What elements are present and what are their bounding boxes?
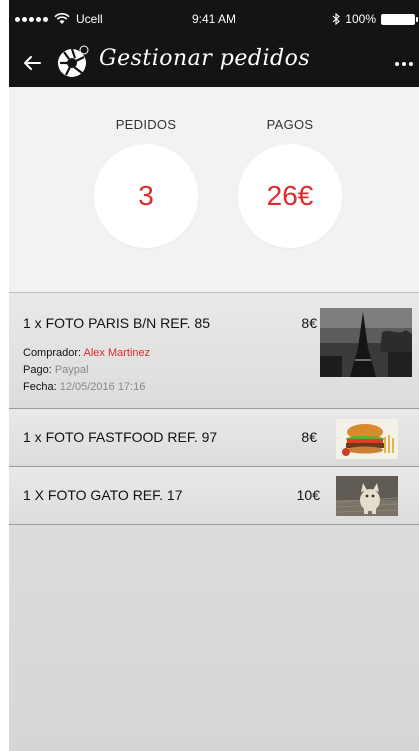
- order-row[interactable]: 1 x FOTO FASTFOOD REF. 97 8€: [9, 409, 419, 467]
- phone-screen: Ucell 9:41 AM 100% Gestionar pedidos PED…: [9, 0, 419, 751]
- pagos-circle: 26€: [238, 144, 342, 248]
- more-options-icon[interactable]: [393, 54, 415, 74]
- payment-label: Pago:: [23, 364, 52, 376]
- order-title: 1 x FOTO PARIS B/N REF. 85: [23, 315, 210, 331]
- cat-photo-thumbnail: [336, 476, 398, 516]
- pedidos-count: 3: [138, 180, 154, 211]
- battery-icon: [381, 13, 418, 25]
- camera-shutter-logo-icon: [58, 45, 89, 77]
- order-price: 8€: [301, 429, 317, 445]
- page-title: Gestionar pedidos: [99, 46, 311, 71]
- order-date: Fecha: 12/05/2016 17:16: [23, 381, 145, 393]
- pedidos-circle: 3: [94, 144, 198, 248]
- bluetooth-icon: [332, 13, 341, 25]
- payment-method: Paypal: [54, 364, 89, 376]
- order-payment: Pago: Paypal: [23, 364, 88, 376]
- order-buyer: Comprador: Alex Martinez: [23, 347, 150, 359]
- orders-list: 1 x FOTO PARIS B/N REF. 85 8€ Comprador:…: [9, 292, 419, 751]
- pedidos-label: PEDIDOS: [115, 117, 177, 132]
- order-price: 10€: [296, 487, 320, 503]
- pagos-stat: PAGOS 26€: [238, 117, 342, 248]
- status-right: 100%: [332, 12, 418, 26]
- pedidos-stat: PEDIDOS 3: [94, 117, 198, 248]
- date-value: 12/05/2016 17:16: [59, 381, 146, 393]
- status-bar: Ucell 9:41 AM 100%: [9, 0, 419, 40]
- paris-photo-thumbnail: [320, 308, 412, 377]
- date-label: Fecha:: [23, 381, 57, 393]
- order-price: 8€: [301, 315, 317, 331]
- buyer-name: Alex Martinez: [83, 347, 151, 359]
- pagos-total: 26€: [266, 180, 314, 211]
- top-bar: Ucell 9:41 AM 100% Gestionar pedidos: [9, 0, 419, 87]
- pagos-label: PAGOS: [266, 117, 314, 132]
- back-arrow-icon[interactable]: [21, 52, 43, 74]
- order-title: 1 X FOTO GATO REF. 17: [23, 487, 183, 503]
- burger-photo-thumbnail: [336, 419, 398, 459]
- buyer-label: Comprador:: [23, 347, 82, 359]
- order-row[interactable]: 1 X FOTO GATO REF. 17 10€: [9, 467, 419, 525]
- order-row[interactable]: 1 x FOTO PARIS B/N REF. 85 8€ Comprador:…: [9, 292, 419, 409]
- summary-section: PEDIDOS 3 PAGOS 26€: [9, 87, 419, 292]
- battery-percent: 100%: [345, 12, 376, 26]
- nav-bar: Gestionar pedidos: [9, 40, 419, 87]
- order-title: 1 x FOTO FASTFOOD REF. 97: [23, 429, 218, 445]
